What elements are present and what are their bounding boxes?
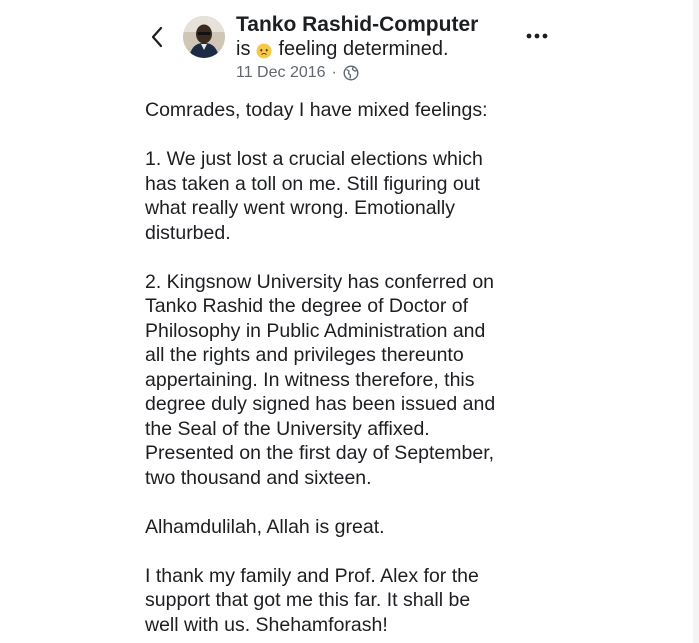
scroll-edge bbox=[693, 0, 699, 643]
post-body: Comrades, today I have mixed feelings: 1… bbox=[145, 98, 565, 637]
post-line: has taken a toll on me. Still figuring o… bbox=[145, 172, 480, 195]
author-name[interactable]: Tanko Rashid-Computer bbox=[236, 13, 478, 37]
post-line: two thousand and sixteen. bbox=[145, 466, 372, 489]
post-line: degree duly signed has been issued and bbox=[145, 393, 496, 415]
post-line: 1. We just lost a crucial elections whic… bbox=[145, 148, 483, 170]
post-line: well with us. Shehamforash! bbox=[145, 613, 388, 636]
post-timestamp[interactable]: 11 Dec 2016 bbox=[236, 62, 326, 84]
post-line: Philosophy in Public Administration and bbox=[145, 319, 486, 342]
post-line: Tanko Rashid the degree of Doctor of bbox=[145, 295, 469, 317]
globe-icon bbox=[343, 65, 359, 81]
post-line: 2. Kingsnow University has conferred on bbox=[145, 270, 495, 293]
avatar-image bbox=[183, 16, 225, 58]
post-container: Tanko Rashid-Computer is feeling determi… bbox=[0, 0, 699, 643]
status-line: is feeling determined. bbox=[236, 37, 478, 61]
post-line: appertaining. In witness therefore, this bbox=[145, 368, 475, 391]
post-line: what really went wrong. Emotionally bbox=[145, 197, 455, 219]
post-header: Tanko Rashid-Computer is feeling determi… bbox=[236, 13, 478, 84]
meta-separator: · bbox=[331, 64, 337, 81]
more-options-button[interactable] bbox=[522, 24, 552, 48]
post-line: Presented on the first day of September, bbox=[145, 442, 495, 464]
more-horizontal-icon bbox=[526, 33, 548, 39]
chevron-left-icon bbox=[151, 26, 163, 48]
post-meta: 11 Dec 2016 · bbox=[236, 62, 478, 84]
avatar[interactable] bbox=[183, 16, 225, 58]
feeling-text[interactable]: feeling determined. bbox=[278, 37, 448, 61]
determined-face-emoji bbox=[256, 43, 272, 59]
post-line: all the rights and privileges thereunto bbox=[145, 344, 464, 366]
status-prefix: is bbox=[236, 38, 251, 60]
back-button[interactable] bbox=[146, 22, 168, 52]
post-line: I thank my family and Prof. Alex for the bbox=[145, 564, 479, 587]
post-line: disturbed. bbox=[145, 221, 231, 244]
post-line: Comrades, today I have mixed feelings: bbox=[145, 99, 488, 121]
post-line: Alhamdulilah, Allah is great. bbox=[145, 515, 385, 538]
post-line: support that got me this far. It shall b… bbox=[145, 589, 471, 611]
post-line: the Seal of the University affixed. bbox=[145, 417, 430, 440]
